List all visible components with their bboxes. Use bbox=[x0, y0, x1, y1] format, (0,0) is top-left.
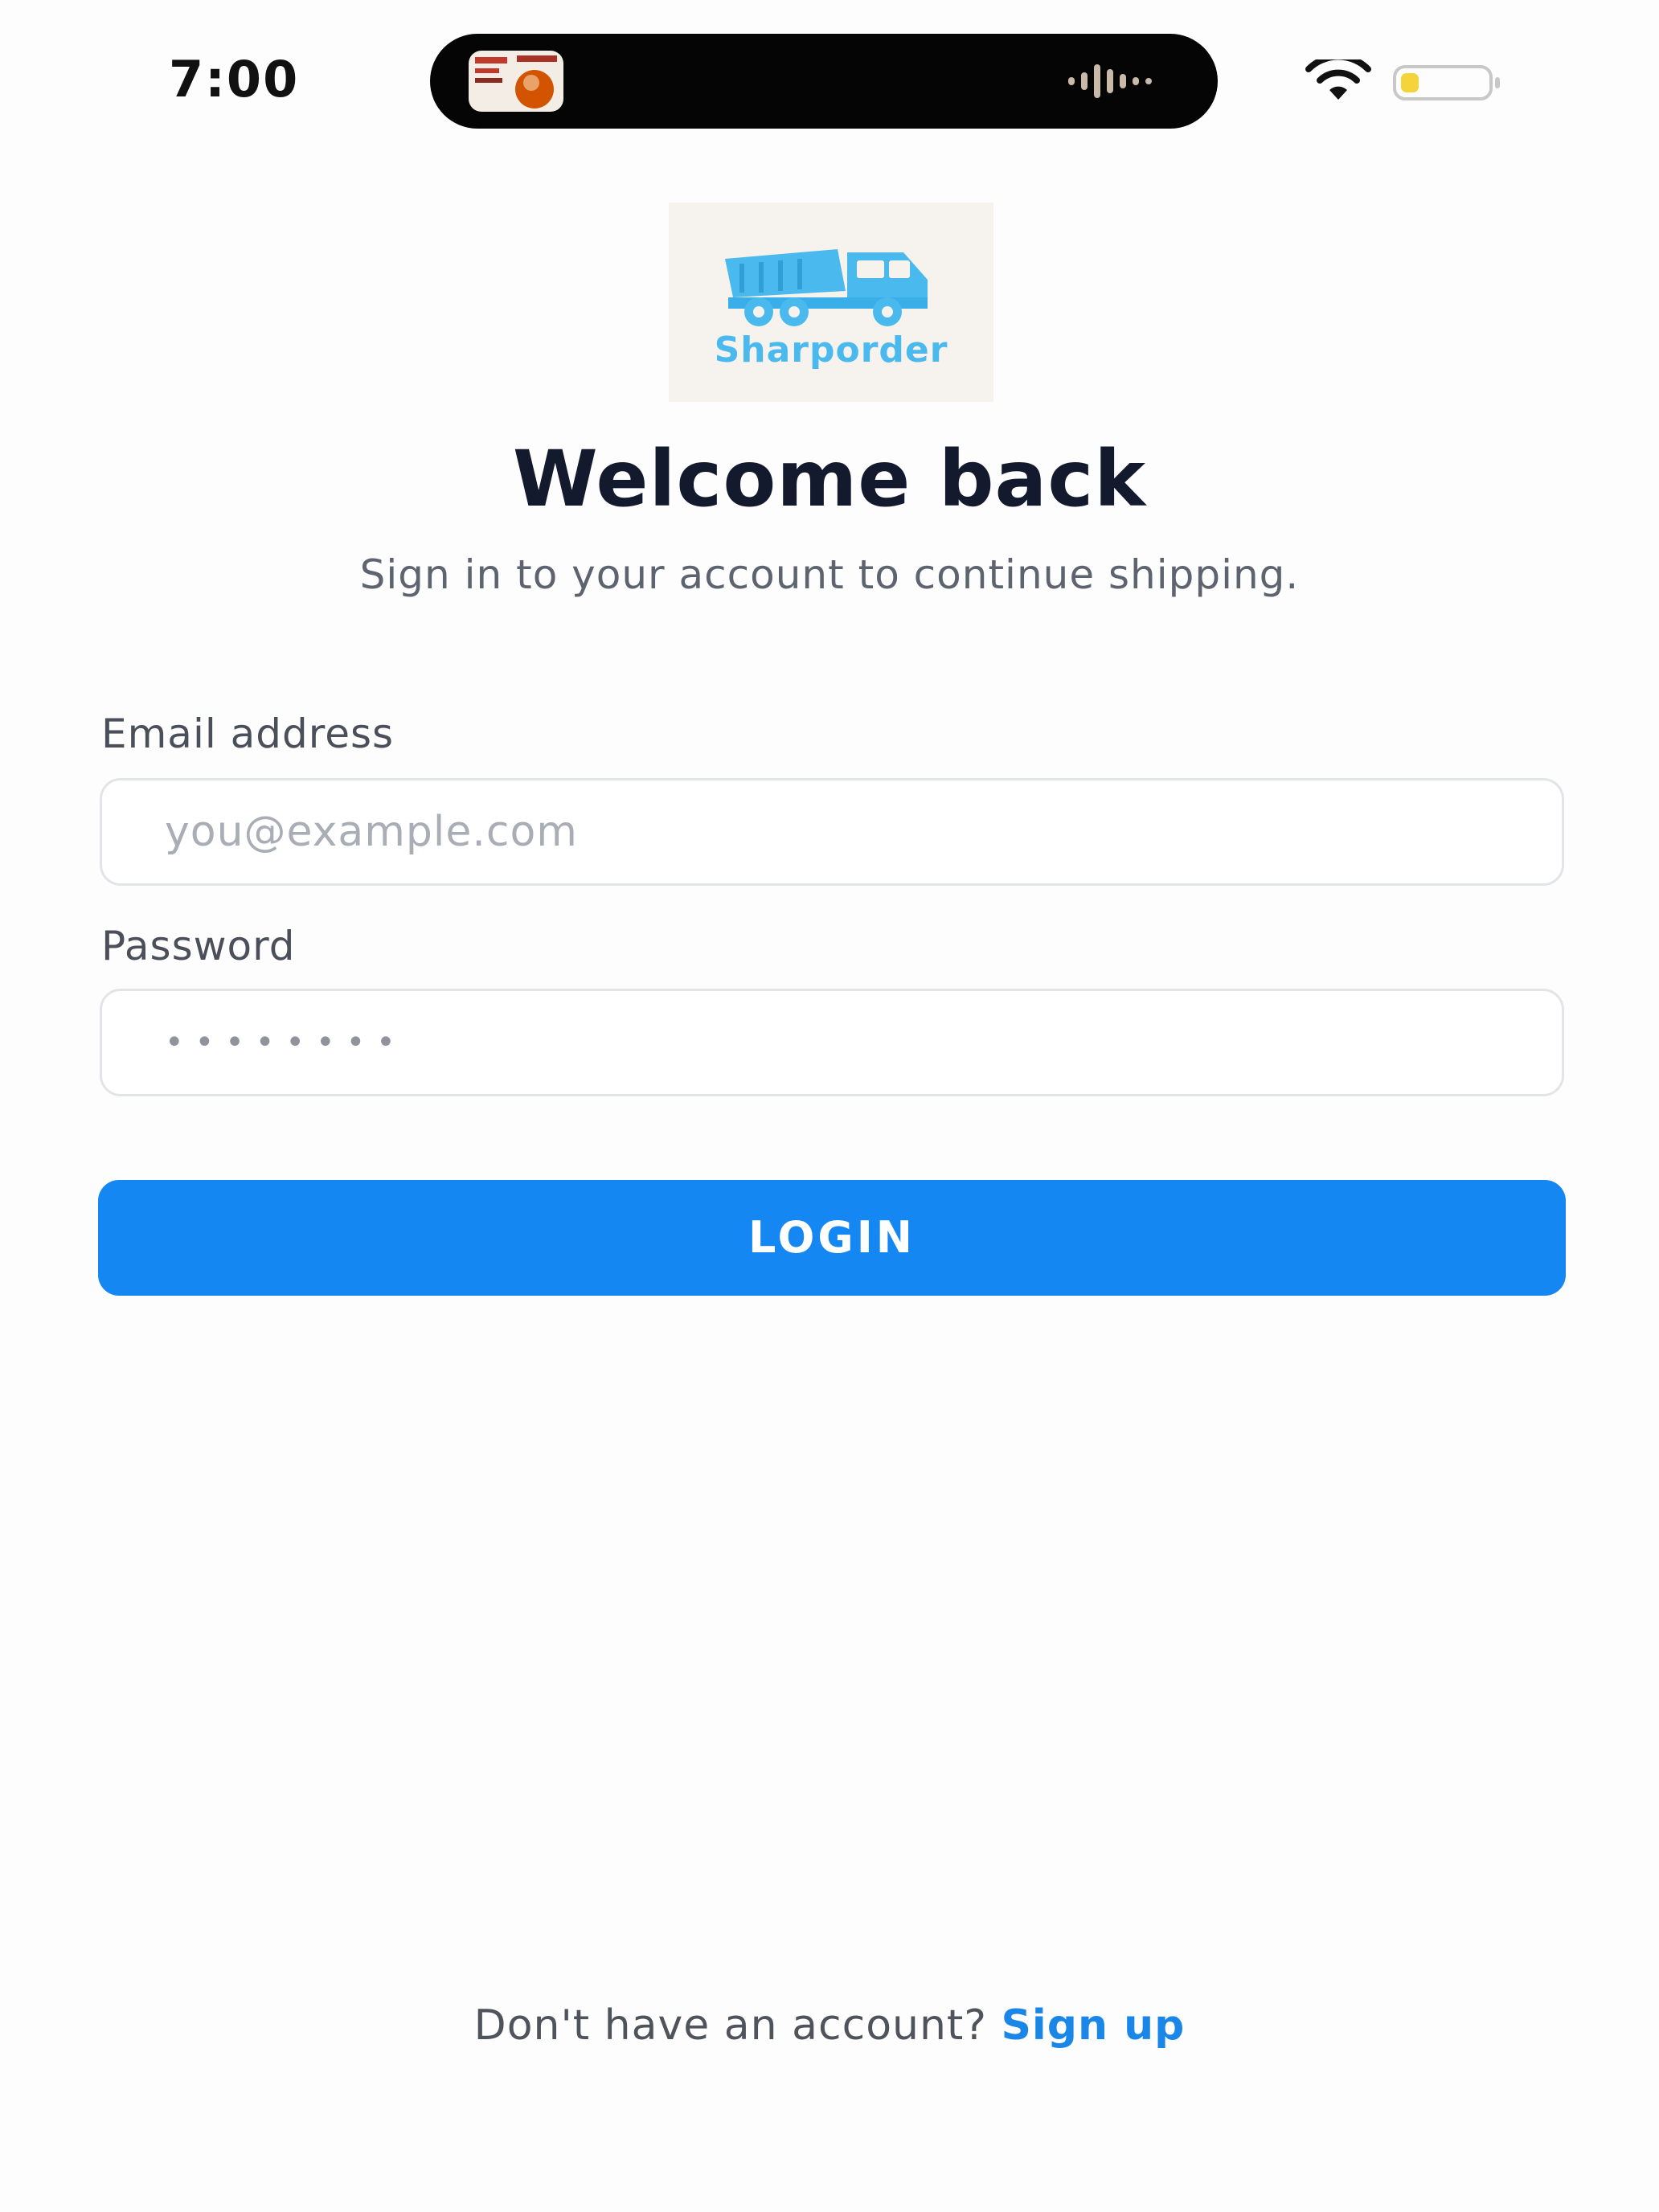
password-label: Password bbox=[101, 923, 296, 969]
page-title: Welcome back bbox=[512, 434, 1147, 524]
page-subtitle: Sign in to your account to continue ship… bbox=[359, 551, 1300, 598]
signup-prompt-text: Don't have an account? bbox=[473, 2001, 987, 2050]
app-logo: Sharporder bbox=[669, 203, 993, 402]
dynamic-island[interactable] bbox=[430, 34, 1218, 129]
wifi-icon bbox=[1304, 53, 1373, 100]
login-button[interactable]: LOGIN bbox=[98, 1180, 1566, 1296]
email-label: Email address bbox=[101, 711, 395, 757]
now-playing-artwork-icon bbox=[469, 51, 563, 112]
signup-link[interactable]: Sign up bbox=[1001, 2001, 1185, 2050]
dump-truck-icon bbox=[717, 235, 934, 331]
password-field[interactable]: •••••••• bbox=[100, 989, 1564, 1096]
battery-low-icon bbox=[1392, 64, 1505, 101]
audio-waveform-icon bbox=[1063, 34, 1160, 129]
signup-prompt: Don't have an account? Sign up bbox=[0, 2001, 1659, 2050]
status-time: 7:00 bbox=[169, 50, 300, 109]
password-placeholder: •••••••• bbox=[165, 1024, 407, 1061]
email-placeholder: you@example.com bbox=[165, 808, 578, 856]
brand-name: Sharporder bbox=[714, 330, 948, 371]
email-field[interactable]: you@example.com bbox=[100, 778, 1564, 886]
